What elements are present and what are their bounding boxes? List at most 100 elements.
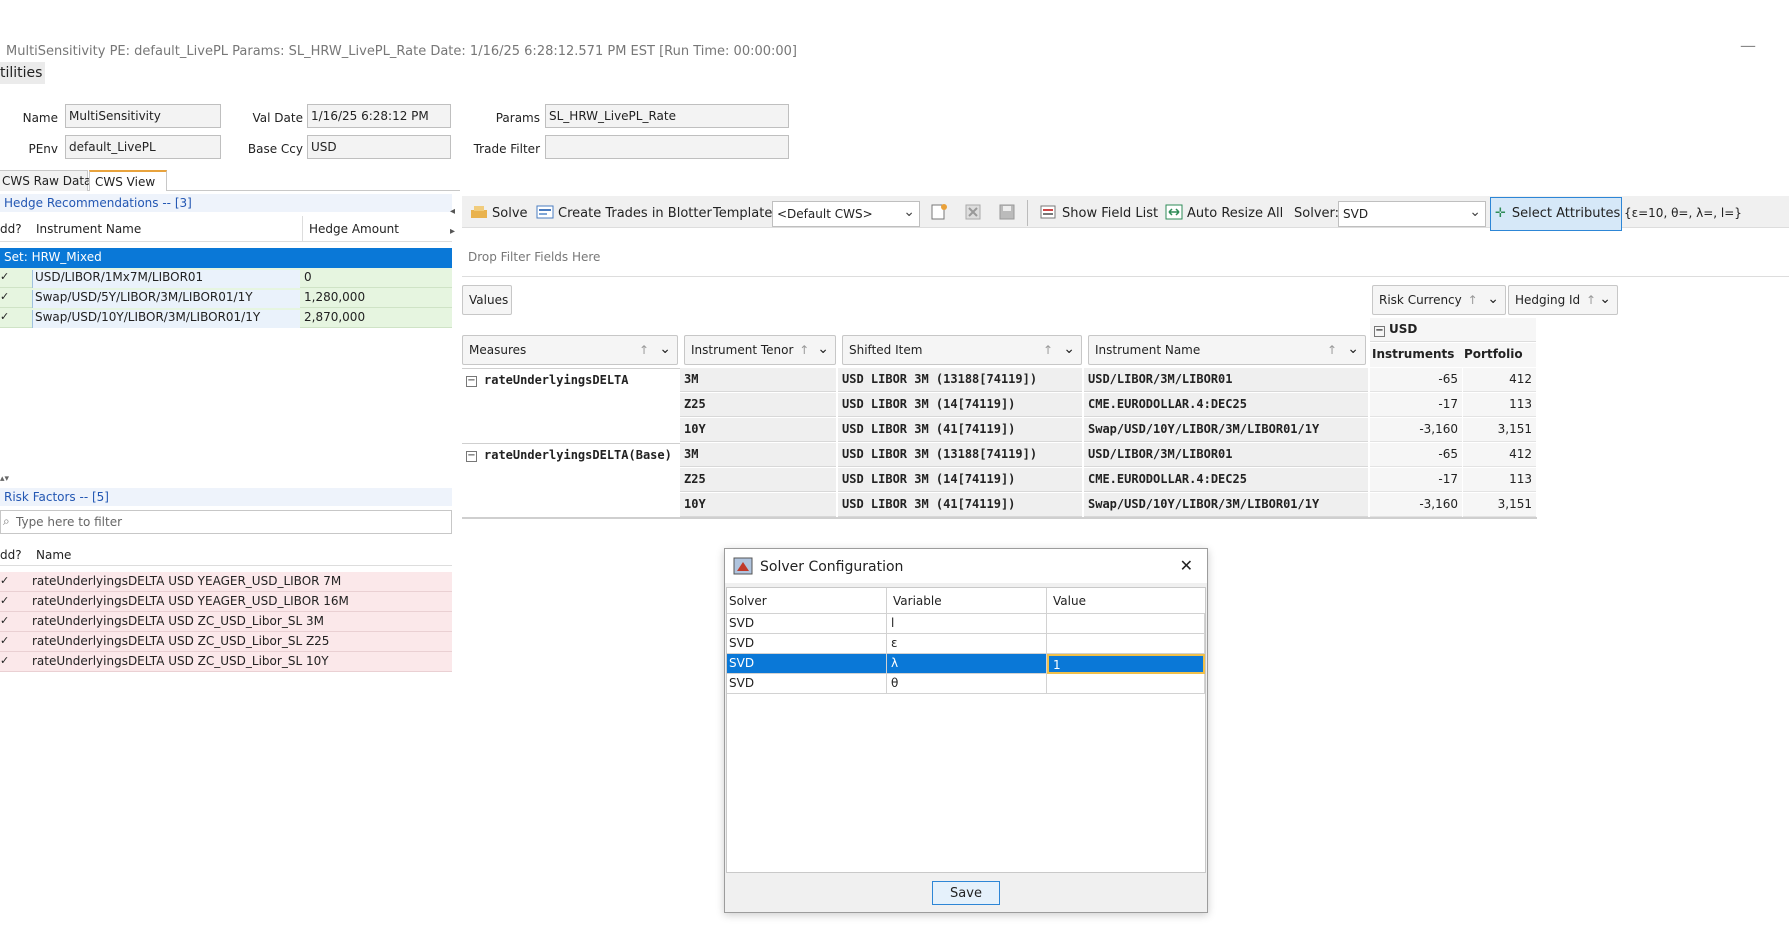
col-portfolio[interactable]: Portfolio (1462, 343, 1536, 367)
splitter-icon[interactable]: ▴▾ (0, 474, 9, 484)
create-trades-button[interactable]: Create Trades in Blotter (536, 198, 712, 226)
solver-select[interactable]: SVD ⌄ (1338, 201, 1486, 227)
solver-row[interactable]: SVD l (727, 614, 1207, 634)
collapse-icon[interactable]: − (1374, 326, 1385, 337)
value-cell[interactable] (1047, 614, 1205, 634)
risk-row[interactable]: ✓ rateUnderlyingsDELTA USD YEAGER_USD_LI… (0, 572, 452, 592)
instruments-value[interactable]: -65 (1370, 443, 1462, 467)
checkbox[interactable]: ✓ (0, 595, 12, 607)
shifted-item-cell[interactable]: USD LIBOR 3M (13188[74119]) (838, 443, 1082, 467)
save-template-icon[interactable] (998, 203, 1016, 224)
portfolio-value[interactable]: 113 (1463, 468, 1536, 492)
risk-currency-chip[interactable]: Risk Currency ↑ ⌄ (1372, 285, 1506, 315)
col-solver[interactable]: Solver (727, 588, 887, 614)
checkbox[interactable]: ✓ (0, 655, 12, 667)
name-field[interactable]: MultiSensitivity (65, 104, 221, 128)
instruments-value[interactable]: -17 (1370, 393, 1462, 417)
instrument-name-cell[interactable]: Swap/USD/10Y/LIBOR/3M/LIBOR01/1Y (1084, 493, 1368, 517)
currency-group-header[interactable]: − USD (1370, 318, 1536, 342)
tenor-cell[interactable]: 3M (680, 368, 836, 392)
checkbox[interactable]: ✓ (0, 615, 12, 627)
solver-row[interactable]: SVD θ (727, 674, 1207, 694)
measures-header[interactable]: Measures ↑ ⌄ (462, 335, 678, 365)
instruments-value[interactable]: -3,160 (1370, 493, 1462, 517)
hedge-row[interactable]: ✓ USD/LIBOR/1Mx7M/LIBOR01 0 (0, 268, 452, 288)
checkbox[interactable]: ✓ (0, 575, 12, 587)
tab-cws-view[interactable]: CWS View (89, 170, 167, 191)
chevron-down-icon[interactable]: ⌄ (659, 341, 671, 357)
instruments-value[interactable]: -65 (1370, 368, 1462, 392)
risk-col-name[interactable]: Name (36, 548, 71, 562)
portfolio-value[interactable]: 412 (1463, 443, 1536, 467)
col-variable[interactable]: Variable (887, 588, 1047, 614)
risk-row[interactable]: ✓ rateUnderlyingsDELTA USD YEAGER_USD_LI… (0, 592, 452, 612)
checkbox[interactable]: ✓ (0, 291, 12, 303)
value-cell[interactable] (1047, 634, 1205, 654)
instrument-name-cell[interactable]: USD/LIBOR/3M/LIBOR01 (1084, 443, 1368, 467)
instruments-value[interactable]: -3,160 (1370, 418, 1462, 442)
instrument-name-cell[interactable]: CME.EURODOLLAR.4:DEC25 (1084, 393, 1368, 417)
penv-field[interactable]: default_LivePL (65, 135, 221, 159)
collapse-icon[interactable]: − (466, 376, 477, 387)
shifted-item-cell[interactable]: USD LIBOR 3M (13188[74119]) (838, 368, 1082, 392)
checkbox[interactable]: ✓ (0, 311, 12, 323)
hedge-row[interactable]: ✓ Swap/USD/5Y/LIBOR/3M/LIBOR01/1Y 1,280,… (0, 288, 452, 308)
hedge-col-amount[interactable]: Hedge Amount (302, 216, 405, 242)
solver-row[interactable]: SVD ε (727, 634, 1207, 654)
hedge-amount[interactable]: 2,870,000 (302, 310, 365, 324)
risk-row[interactable]: ✓ rateUnderlyingsDELTA USD ZC_USD_Libor_… (0, 652, 452, 672)
chevron-down-icon[interactable]: ⌄ (1347, 341, 1359, 357)
chevron-down-icon[interactable]: ⌄ (1599, 291, 1611, 307)
chevron-down-icon[interactable]: ⌄ (1487, 291, 1499, 307)
col-value[interactable]: Value (1047, 588, 1205, 614)
hedge-amount[interactable]: 0 (302, 270, 312, 284)
close-icon[interactable]: ✕ (1180, 556, 1193, 575)
portfolio-value[interactable]: 3,151 (1463, 418, 1536, 442)
hedge-amount[interactable]: 1,280,000 (302, 290, 365, 304)
save-button[interactable]: Save (932, 881, 1000, 905)
values-chip[interactable]: Values (462, 285, 512, 315)
params-field[interactable]: SL_HRW_LivePL_Rate (545, 104, 789, 128)
checkbox[interactable]: ✓ (0, 635, 12, 647)
hedge-row[interactable]: ✓ Swap/USD/10Y/LIBOR/3M/LIBOR01/1Y 2,870… (0, 308, 452, 328)
col-instruments[interactable]: Instruments (1370, 343, 1462, 367)
valdate-field[interactable]: 1/16/25 6:28:12 PM (307, 104, 451, 128)
shifted-item-cell[interactable]: USD LIBOR 3M (14[74119]) (838, 468, 1082, 492)
instrument-name-cell[interactable]: Swap/USD/10Y/LIBOR/3M/LIBOR01/1Y (1084, 418, 1368, 442)
instruments-value[interactable]: -17 (1370, 468, 1462, 492)
solve-button[interactable]: Solve (470, 198, 528, 226)
auto-resize-button[interactable]: Auto Resize All (1165, 198, 1283, 226)
instrument-name-header[interactable]: Instrument Name ↑ ⌄ (1088, 335, 1366, 365)
show-field-list-button[interactable]: Show Field List (1040, 198, 1158, 226)
risk-filter[interactable]: ⌕ Type here to filter (0, 510, 452, 534)
solver-row[interactable]: SVD λ 1 (727, 654, 1207, 674)
portfolio-value[interactable]: 412 (1463, 368, 1536, 392)
filter-drop-zone[interactable]: Drop Filter Fields Here (462, 230, 1789, 277)
tenor-cell[interactable]: 3M (680, 443, 836, 467)
risk-row[interactable]: ✓ rateUnderlyingsDELTA USD ZC_USD_Libor_… (0, 632, 452, 652)
delete-template-icon[interactable] (964, 203, 982, 224)
hedge-col-name[interactable]: Instrument Name (36, 222, 141, 236)
value-cell[interactable]: 1 (1047, 654, 1205, 674)
chevron-down-icon[interactable]: ⌄ (817, 341, 829, 357)
shifted-item-cell[interactable]: USD LIBOR 3M (41[74119]) (838, 493, 1082, 517)
tenor-cell[interactable]: 10Y (680, 493, 836, 517)
portfolio-value[interactable]: 113 (1463, 393, 1536, 417)
shifted-item-cell[interactable]: USD LIBOR 3M (41[74119]) (838, 418, 1082, 442)
chevron-down-icon[interactable]: ⌄ (1063, 341, 1075, 357)
tenor-cell[interactable]: Z25 (680, 468, 836, 492)
tenor-cell[interactable]: Z25 (680, 393, 836, 417)
menu-utilities[interactable]: tilities (0, 62, 45, 84)
value-cell[interactable] (1047, 674, 1205, 694)
risk-row[interactable]: ✓ rateUnderlyingsDELTA USD ZC_USD_Libor_… (0, 612, 452, 632)
new-template-icon[interactable] (930, 203, 948, 224)
tab-cws-raw-data[interactable]: CWS Raw Data (0, 170, 91, 191)
hedge-col-add[interactable]: dd? (0, 222, 22, 236)
baseccy-field[interactable]: USD (307, 135, 451, 159)
instrument-name-cell[interactable]: USD/LIBOR/3M/LIBOR01 (1084, 368, 1368, 392)
expand-right-icon[interactable]: ▸ (450, 226, 455, 237)
tradefilter-field[interactable] (545, 135, 789, 159)
shifted-item-cell[interactable]: USD LIBOR 3M (14[74119]) (838, 393, 1082, 417)
collapse-icon[interactable]: − (466, 451, 477, 462)
checkbox[interactable]: ✓ (0, 271, 12, 283)
